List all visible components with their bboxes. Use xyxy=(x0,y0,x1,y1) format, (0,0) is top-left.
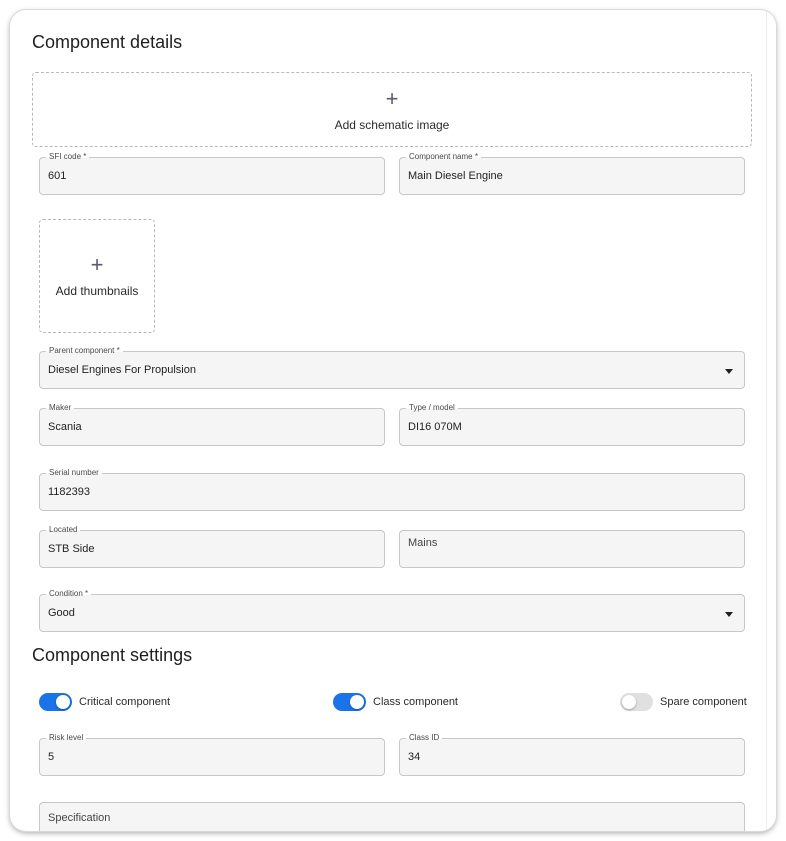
plus-icon: + xyxy=(385,85,399,111)
sfi-code-field[interactable]: SFI code * 601 xyxy=(39,151,385,195)
component-form-panel: Component details + Add schematic image … xyxy=(10,10,776,831)
type-model-field[interactable]: Type / model DI16 070M xyxy=(399,402,745,446)
condition-value: Good xyxy=(48,607,75,619)
component-details-title: Component details xyxy=(32,32,183,52)
mains-placeholder: Mains xyxy=(408,537,438,549)
class-component-label: Class component xyxy=(373,696,458,708)
add-schematic-image-dropzone[interactable]: + Add schematic image xyxy=(32,72,752,147)
parent-component-select[interactable]: Parent component * Diesel Engines For Pr… xyxy=(39,345,745,389)
located-field[interactable]: Located STB Side xyxy=(39,524,385,568)
add-thumbnails-label: Add thumbnails xyxy=(55,284,139,298)
class-id-field[interactable]: Class ID 34 xyxy=(399,732,745,776)
maker-field[interactable]: Maker Scania xyxy=(39,402,385,446)
specification-field[interactable]: Specification xyxy=(39,802,745,831)
maker-label: Maker xyxy=(46,402,75,414)
serial-number-label: Serial number xyxy=(46,467,102,479)
caret-down-icon xyxy=(725,612,733,617)
caret-down-icon xyxy=(725,369,733,374)
mains-field[interactable]: Mains xyxy=(399,530,745,568)
parent-component-value: Diesel Engines For Propulsion xyxy=(48,364,196,376)
sfi-code-label: SFI code * xyxy=(46,151,90,163)
maker-value: Scania xyxy=(48,421,82,433)
serial-number-value: 1182393 xyxy=(48,486,91,498)
critical-component-label: Critical component xyxy=(79,696,171,708)
add-schematic-image-label: Add schematic image xyxy=(334,117,450,132)
component-name-field[interactable]: Component name * Main Diesel Engine xyxy=(399,151,745,195)
condition-select[interactable]: Condition * Good xyxy=(39,588,745,632)
risk-level-label: Risk level xyxy=(46,732,87,744)
class-id-value: 34 xyxy=(408,751,421,763)
sfi-code-value: 601 xyxy=(48,170,67,182)
spare-component-toggle[interactable]: Spare component xyxy=(620,693,747,711)
spare-component-label: Spare component xyxy=(660,696,747,708)
vertical-scrollbar[interactable] xyxy=(766,10,776,831)
toggle-switch[interactable] xyxy=(620,693,653,711)
condition-label: Condition * xyxy=(46,588,92,600)
class-component-toggle[interactable]: Class component xyxy=(333,693,458,711)
risk-level-value: 5 xyxy=(48,751,55,763)
located-label: Located xyxy=(46,524,81,536)
type-model-label: Type / model xyxy=(406,402,458,414)
plus-icon: + xyxy=(90,252,104,277)
class-id-label: Class ID xyxy=(406,732,443,744)
add-thumbnails-dropzone[interactable]: + Add thumbnails xyxy=(39,219,155,333)
specification-placeholder: Specification xyxy=(48,812,111,824)
critical-component-toggle[interactable]: Critical component xyxy=(39,693,170,711)
component-settings-title: Component settings xyxy=(32,645,193,665)
type-model-value: DI16 070M xyxy=(408,421,462,433)
toggle-switch[interactable] xyxy=(39,693,72,711)
parent-component-label: Parent component * xyxy=(46,345,123,357)
component-name-value: Main Diesel Engine xyxy=(408,170,503,182)
serial-number-field[interactable]: Serial number 1182393 xyxy=(39,467,745,511)
located-value: STB Side xyxy=(48,543,95,555)
risk-level-field[interactable]: Risk level 5 xyxy=(39,732,385,776)
toggle-switch[interactable] xyxy=(333,693,366,711)
component-name-label: Component name * xyxy=(406,151,481,163)
